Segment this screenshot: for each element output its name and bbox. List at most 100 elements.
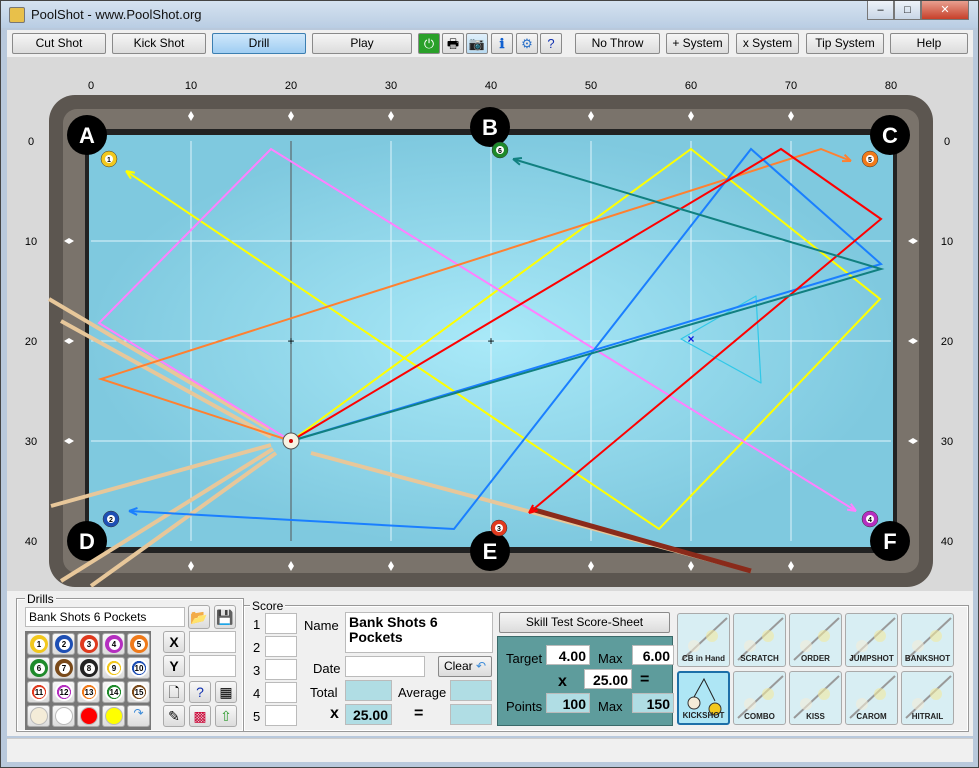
score-row-input[interactable]: [265, 659, 297, 680]
pocket-label: A: [79, 123, 95, 148]
tip-system-button[interactable]: Tip System: [806, 33, 884, 54]
drill-name-input[interactable]: Bank Shots 6 Pockets: [25, 607, 185, 627]
target-field[interactable]: 4.00: [546, 645, 590, 665]
save-icon[interactable]: 💾: [214, 605, 236, 629]
score-row-input[interactable]: [265, 636, 297, 657]
shot-type-bankshot[interactable]: BANKSHOT: [901, 613, 954, 667]
ball-number: 7: [58, 663, 70, 674]
object-ball-6[interactable]: 6: [491, 141, 509, 159]
ball-button-10[interactable]: 10: [127, 657, 150, 679]
skill-multiplier-field[interactable]: 25.00: [584, 669, 632, 689]
target-max-field[interactable]: 6.00: [632, 645, 674, 665]
shot-type-kickshot[interactable]: KICKSHOT: [677, 671, 730, 725]
yellow-ball-button[interactable]: [102, 705, 125, 727]
drill-button[interactable]: Drill: [212, 33, 306, 54]
ball-button-15[interactable]: 15: [127, 681, 150, 703]
score-row-input[interactable]: [265, 682, 297, 703]
score-row-input[interactable]: [265, 705, 297, 726]
average-label: Average: [398, 685, 447, 700]
skill-test-panel: Target 4.00 Max 6.00 x 25.00 = Points 10…: [497, 636, 674, 726]
document-help-icon[interactable]: ?: [189, 681, 211, 703]
object-ball-3[interactable]: 3: [490, 519, 508, 537]
ghost-ball-button[interactable]: [52, 705, 75, 727]
cue-tip-dot: [289, 439, 293, 443]
camera-icon[interactable]: 📷: [466, 33, 488, 54]
object-ball-1[interactable]: 1: [100, 150, 118, 168]
ball-number: 2: [58, 639, 70, 650]
ball-button-3[interactable]: 3: [77, 633, 100, 655]
ball-button-6[interactable]: 6: [27, 657, 50, 679]
shot-type-label: CAROM: [856, 712, 887, 721]
color-palette-icon[interactable]: ▩: [189, 705, 211, 727]
help-button[interactable]: Help: [890, 33, 968, 54]
shot-type-cb-in-hand[interactable]: CB in Hand: [677, 613, 730, 667]
shot-type-jumpshot[interactable]: JUMPSHOT: [845, 613, 898, 667]
ball-number: 5: [133, 639, 145, 650]
drill-title-field[interactable]: Bank Shots 6 Pockets: [345, 612, 493, 653]
shot-type-hitrail[interactable]: HITRAIL: [901, 671, 954, 725]
ball-button-13[interactable]: 13: [77, 681, 100, 703]
points-label: Points: [506, 699, 543, 714]
close-button[interactable]: ✕: [921, 1, 969, 20]
plus-system-button[interactable]: + System: [666, 33, 729, 54]
gear-icon[interactable]: ⚙: [516, 33, 538, 54]
date-input[interactable]: [345, 656, 425, 677]
ball-button-9[interactable]: 9: [102, 657, 125, 679]
pool-table-area[interactable]: 0 10 20 30 40 50 60 70 80 0 0 10 10 20 20 30 30 40 40 A B C D E…: [7, 57, 973, 591]
redo-button[interactable]: ↷: [127, 705, 150, 727]
shot-type-scratch[interactable]: SCRATCH: [733, 613, 786, 667]
maximize-button[interactable]: □: [894, 1, 921, 20]
ball-button-5[interactable]: 5: [127, 633, 150, 655]
y-axis-tick: 40: [941, 536, 953, 548]
ball-button-14[interactable]: 14: [102, 681, 125, 703]
ball-number: 10: [133, 663, 145, 674]
pool-table[interactable]: 0 10 20 30 40 50 60 70 80 0 0 10 10 20 20 30 30 40 40 A B C D E…: [7, 57, 973, 591]
open-folder-icon[interactable]: 📂: [188, 605, 210, 629]
new-document-icon[interactable]: 🗋: [163, 681, 185, 703]
edit-notes-icon[interactable]: ✎: [163, 705, 185, 727]
cut-shot-button[interactable]: Cut Shot: [12, 33, 106, 54]
object-ball-2[interactable]: 2: [102, 510, 120, 528]
info-icon[interactable]: ℹ: [491, 33, 513, 54]
play-button[interactable]: Play: [312, 33, 412, 54]
x-coordinate-input[interactable]: [189, 631, 236, 653]
x-axis-tick: 60: [685, 80, 697, 92]
date-label: Date: [313, 661, 341, 676]
ball-button-7[interactable]: 7: [52, 657, 75, 679]
shot-type-carom[interactable]: CAROM: [845, 671, 898, 725]
score-row-input[interactable]: [265, 613, 297, 634]
printer-icon[interactable]: 🖶: [442, 33, 464, 54]
kick-shot-button[interactable]: Kick Shot: [112, 33, 206, 54]
clear-button[interactable]: Clear ↶: [438, 656, 492, 677]
ball-button-11[interactable]: 11: [27, 681, 50, 703]
object-ball-4[interactable]: 4: [861, 510, 879, 528]
x-axis-tick: 30: [385, 80, 397, 92]
no-throw-lines-button[interactable]: No Throw Lines: [575, 33, 660, 69]
export-folder-icon[interactable]: ⇧: [215, 705, 237, 727]
x-system-button[interactable]: x System: [736, 33, 799, 54]
shot-type-kiss[interactable]: KISS: [789, 671, 842, 725]
table-icon[interactable]: ▦: [215, 681, 237, 703]
ball-button-2[interactable]: 2: [52, 633, 75, 655]
ball-button-8[interactable]: 8: [77, 657, 100, 679]
ball-palette: 1 2 3 4 5 6 7 8 9 10 11 12 13 14 15 ↷: [25, 631, 151, 730]
help-document-icon[interactable]: ?: [540, 33, 562, 54]
shot-type-combo[interactable]: COMBO: [733, 671, 786, 725]
ball-button-12[interactable]: 12: [52, 681, 75, 703]
cue-ball-button[interactable]: [27, 705, 50, 727]
shot-type-order[interactable]: ORDER: [789, 613, 842, 667]
minimize-button[interactable]: –: [867, 1, 894, 20]
red-ball-button[interactable]: [77, 705, 100, 727]
ball-button-1[interactable]: 1: [27, 633, 50, 655]
clear-label: Clear: [443, 659, 473, 673]
score-row-number: 3: [253, 663, 261, 678]
multiply-sign: x: [330, 705, 339, 722]
shot-type-label: ORDER: [801, 654, 830, 663]
object-ball-5[interactable]: 5: [861, 150, 879, 168]
y-coordinate-input[interactable]: [189, 655, 236, 677]
skill-test-score-sheet-button[interactable]: Skill Test Score-Sheet: [499, 612, 670, 633]
score-row-number: 4: [253, 686, 261, 701]
ball-button-4[interactable]: 4: [102, 633, 125, 655]
power-icon[interactable]: ⏻: [418, 33, 440, 54]
target-max-label: Max: [598, 651, 623, 666]
